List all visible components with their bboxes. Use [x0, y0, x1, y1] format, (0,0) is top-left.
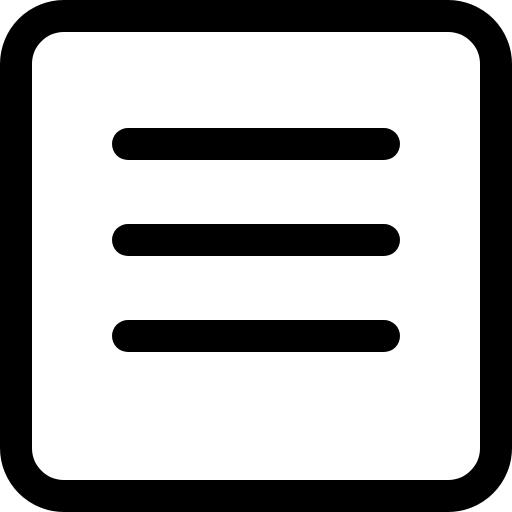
- menu-square-icon[interactable]: [0, 0, 512, 512]
- icon-canvas: [0, 0, 512, 512]
